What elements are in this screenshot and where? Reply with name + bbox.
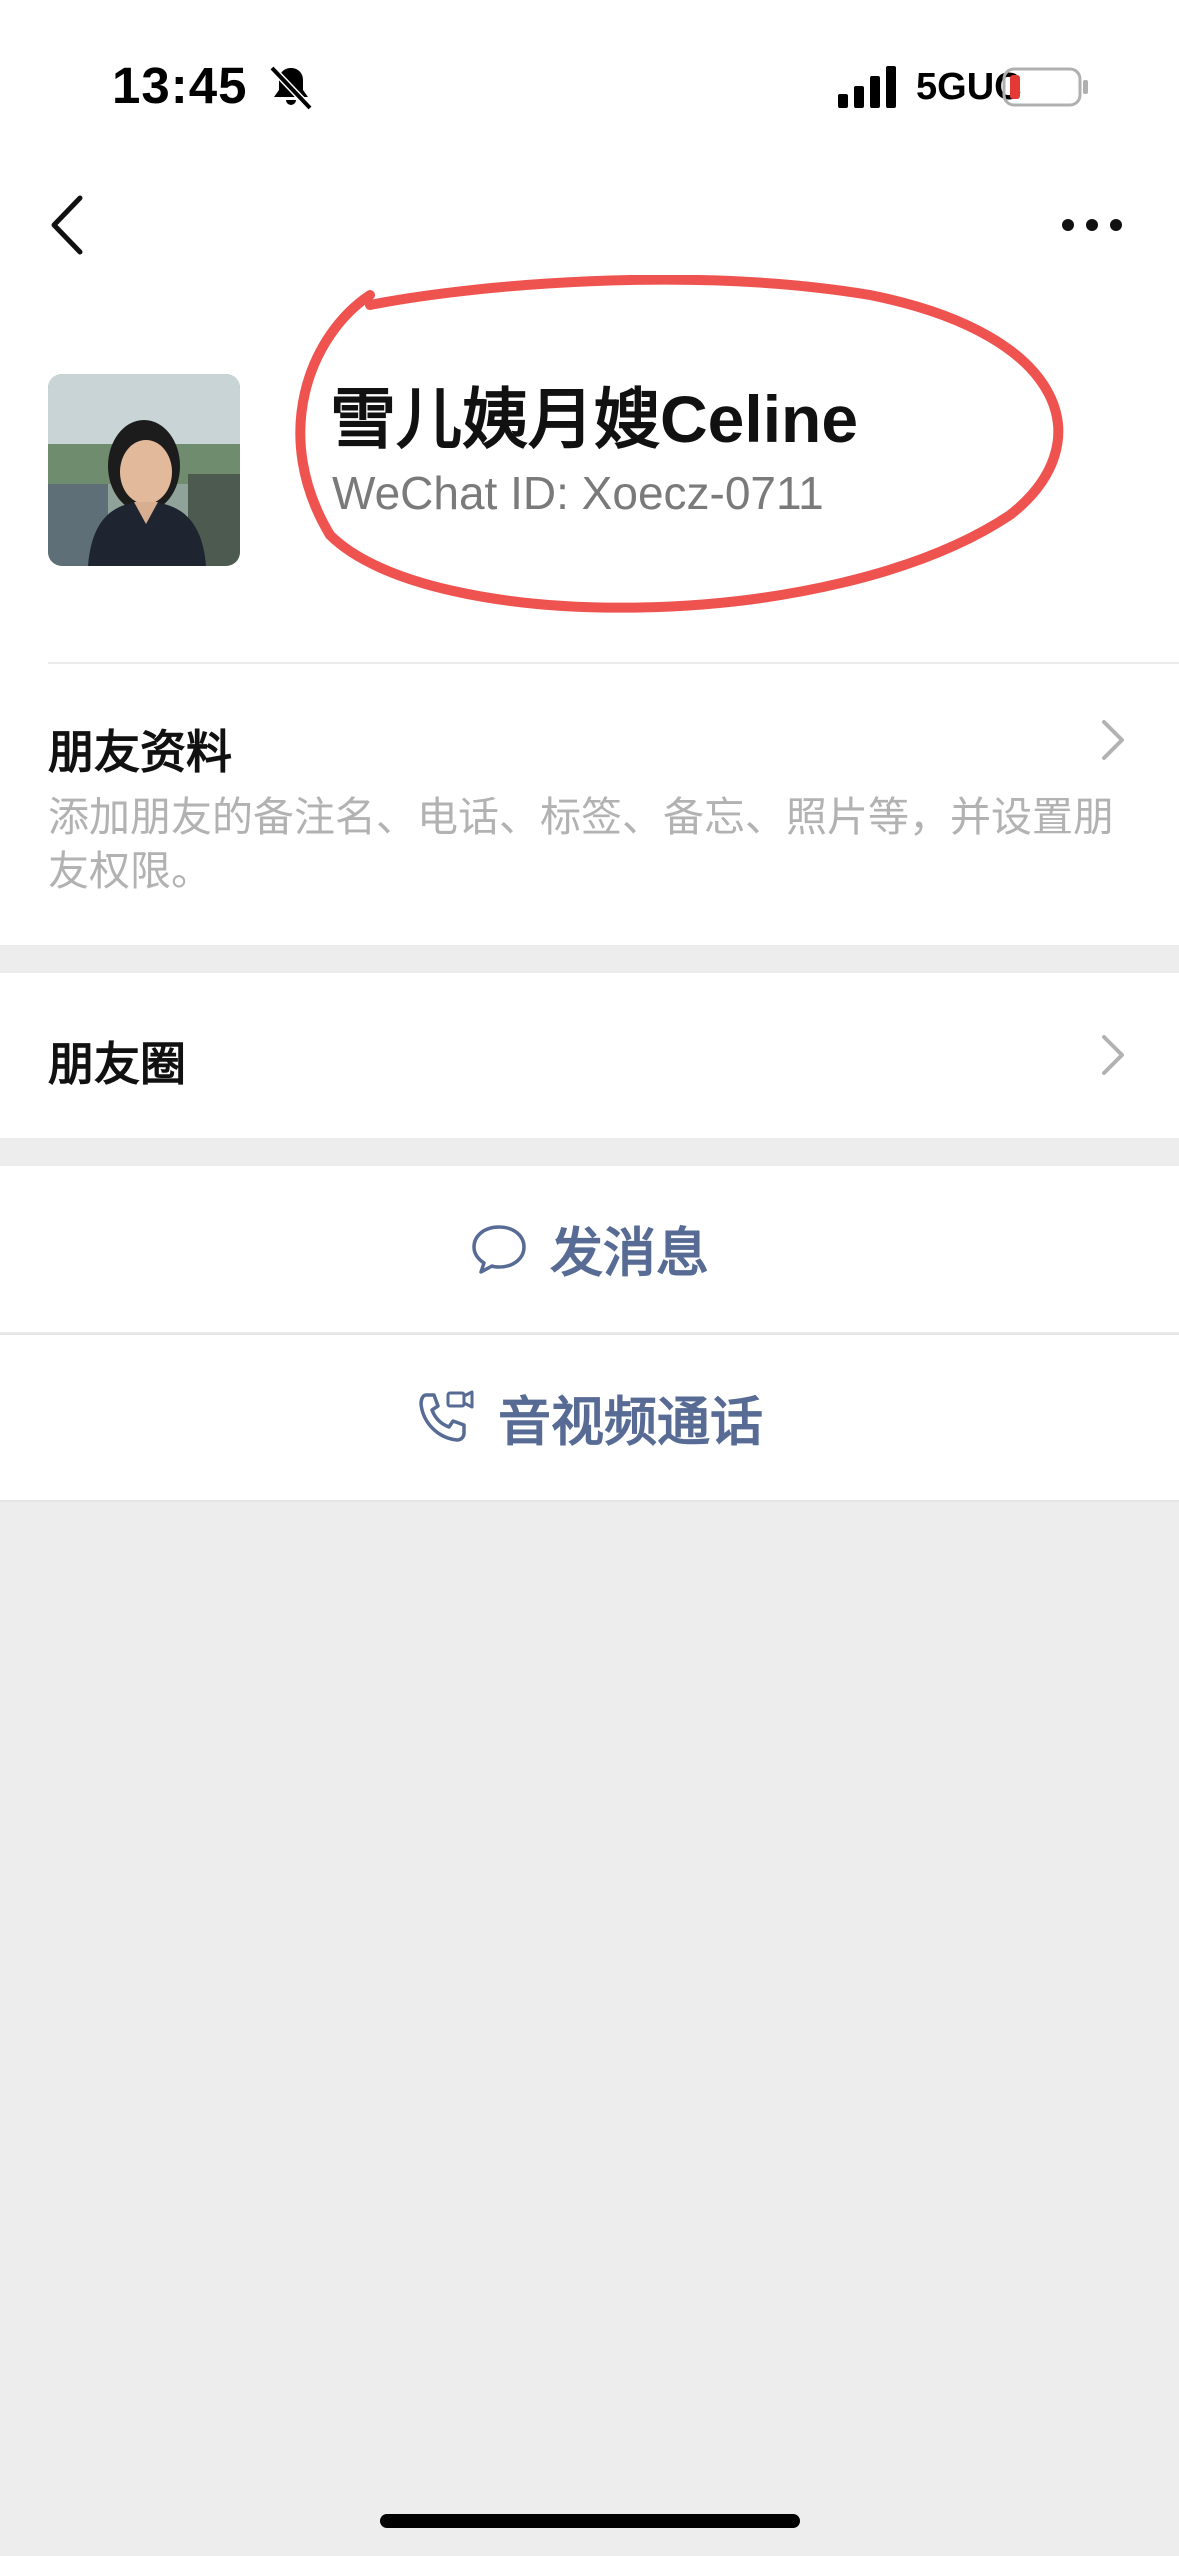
voice-video-call-label: 音视频通话: [498, 1393, 763, 1452]
friend-info-row[interactable]: 朋友资料 添加朋友的备注名、电话、标签、备忘、照片等，并设置朋友权限。: [0, 664, 1179, 944]
phone-video-icon: [419, 1390, 474, 1442]
chevron-right-icon: [1102, 1035, 1124, 1075]
status-time: 13:45: [112, 57, 248, 114]
home-indicator[interactable]: [380, 2514, 800, 2528]
back-button[interactable]: [40, 190, 100, 260]
divider: [0, 1500, 1179, 1502]
more-options-button[interactable]: [1052, 200, 1132, 250]
bell-slash-icon: [269, 65, 313, 111]
section-gap: [0, 1138, 1179, 1166]
avatar-photo: [48, 374, 240, 566]
voice-video-call-button[interactable]: 音视频通话: [0, 1335, 1179, 1501]
section-gap: [0, 945, 1179, 973]
battery-low-icon: [1002, 67, 1088, 107]
status-bar: 13:45 5GUC: [0, 0, 1179, 150]
signal-icon: [838, 66, 896, 108]
chevron-right-icon: [1102, 720, 1124, 760]
send-message-label: 发消息: [550, 1224, 709, 1283]
wechat-id: WeChat ID: Xoecz-0711: [332, 467, 824, 519]
friend-info-title: 朋友资料: [48, 726, 232, 778]
send-message-button[interactable]: 发消息: [0, 1166, 1179, 1332]
moments-row[interactable]: 朋友圈: [0, 973, 1179, 1138]
moments-title: 朋友圈: [48, 1038, 186, 1090]
avatar[interactable]: [48, 374, 240, 566]
chat-bubble-icon: [472, 1225, 526, 1274]
friend-info-description: 添加朋友的备注名、电话、标签、备忘、照片等，并设置朋友权限。: [48, 794, 1114, 894]
display-name: 雪儿姨月嫂Celine: [330, 382, 859, 456]
